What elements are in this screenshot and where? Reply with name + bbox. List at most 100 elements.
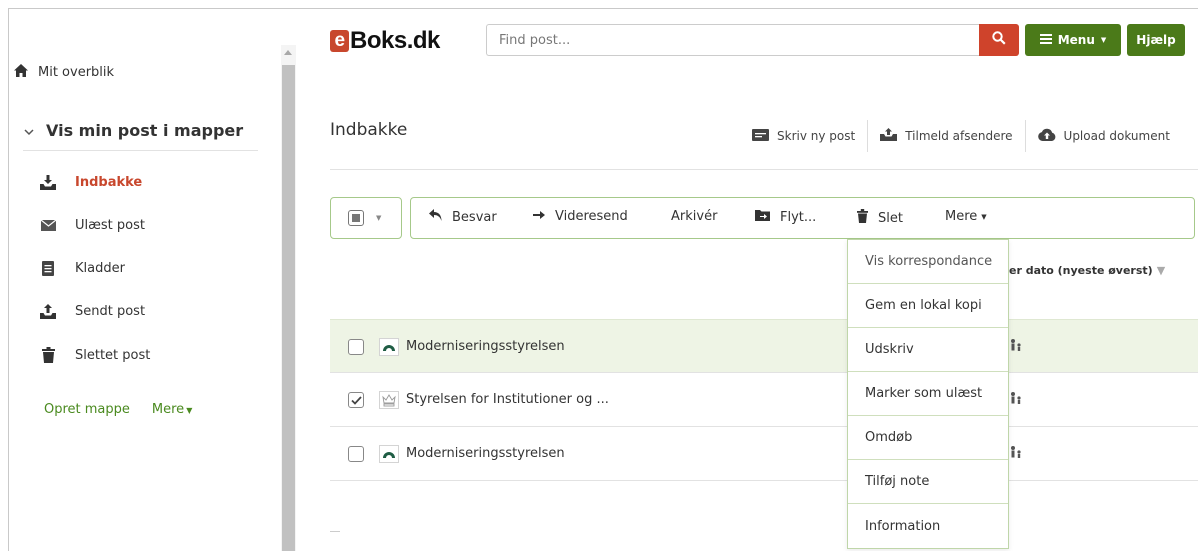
attachment-people-icon	[1010, 445, 1022, 462]
chevron-down-icon	[24, 121, 34, 140]
menu-item-show-correspondence[interactable]: Vis korrespondance	[848, 240, 1008, 284]
move-button[interactable]: Flyt...	[755, 209, 816, 225]
modst-logo-icon	[379, 445, 399, 463]
outbox-icon	[39, 304, 57, 319]
menu-item-add-note[interactable]: Tilføj note	[848, 460, 1008, 504]
menu-item-rename[interactable]: Omdøb	[848, 416, 1008, 460]
menu-item-print[interactable]: Udskriv	[848, 328, 1008, 372]
sidebar-item-label: Indbakke	[75, 175, 143, 190]
forward-label: Videresend	[555, 209, 628, 224]
trash-icon	[857, 209, 868, 227]
caret-down-icon: ▼	[186, 406, 193, 415]
caret-down-icon: ▼	[1100, 36, 1107, 44]
sidebar-item-sendt[interactable]: Sendt post	[39, 304, 145, 319]
sidebar-item-indbakke[interactable]: Indbakke	[39, 175, 142, 190]
sidebar-item-label: Sendt post	[75, 304, 146, 319]
subscribe-senders-button[interactable]: Tilmeld afsendere	[880, 128, 1013, 144]
sidebar-item-label: Kladder	[75, 261, 125, 276]
sort-label: er dato (nyeste øverst)	[1009, 264, 1153, 277]
sidebar-item-ulaest[interactable]: Ulæst post	[39, 218, 145, 233]
page-actions: Skriv ny post Tilmeld afsendere Upload d…	[752, 120, 1170, 152]
row-checkbox[interactable]	[348, 392, 364, 408]
move-label: Flyt...	[780, 209, 817, 225]
sidebar-item-label: Ulæst post	[75, 218, 145, 233]
scroll-up-arrow-icon[interactable]	[284, 50, 292, 55]
upload-document-button[interactable]: Upload dokument	[1037, 128, 1170, 144]
table-row[interactable]: Moderniseringsstyrelsen	[330, 319, 1198, 373]
delete-button[interactable]: Slet	[857, 209, 903, 227]
create-folder-link[interactable]: Opret mappe	[44, 402, 130, 417]
menu-item-information[interactable]: Information	[848, 504, 1008, 548]
select-all-dropdown[interactable]: ▼	[330, 197, 402, 239]
message-toolbar: Besvar Videresend Arkivér Flyt... Slet M…	[410, 197, 1195, 239]
select-all-checkbox[interactable]	[348, 210, 364, 226]
divider	[23, 150, 258, 151]
logo-mark: e	[330, 30, 349, 52]
nav-overview[interactable]: Mit overblik	[14, 64, 114, 81]
sidebar-item-label: Slettet post	[75, 347, 151, 363]
delete-label: Slet	[878, 210, 903, 226]
eboks-logo[interactable]: e Boks.dk	[330, 27, 440, 55]
caret-down-icon: ▼	[981, 212, 987, 221]
divider	[330, 531, 340, 532]
draft-icon	[39, 261, 57, 276]
more-menu-button[interactable]: Mere ▼	[945, 209, 987, 224]
folders-section-toggle[interactable]: Vis min post i mapper	[24, 121, 243, 140]
message-sender: Moderniseringsstyrelsen	[406, 446, 565, 461]
reply-icon	[429, 209, 442, 225]
table-row[interactable]: Styrelsen for Institutioner og ...	[330, 373, 1198, 427]
modst-logo-icon	[379, 338, 399, 356]
divider	[1024, 120, 1026, 152]
forward-button[interactable]: Videresend	[533, 209, 628, 224]
logo-text: Boks.dk	[350, 27, 440, 54]
subscribe-icon	[880, 128, 898, 144]
menu-item-mark-unread[interactable]: Marker som ulæst	[848, 372, 1008, 416]
more-dropdown-menu: Vis korrespondance Gem en lokal kopi Uds…	[847, 239, 1009, 549]
folders-section-label: Vis min post i mapper	[46, 121, 244, 140]
sidebar-scrollbar[interactable]	[281, 45, 296, 551]
sidebar-more-link[interactable]: Mere ▼	[152, 402, 192, 417]
crown-logo-icon	[379, 391, 399, 409]
sidebar-links: Opret mappe Mere ▼	[44, 402, 192, 417]
compose-label: Skriv ny post	[777, 129, 856, 143]
divider	[867, 120, 869, 152]
reply-label: Besvar	[452, 209, 497, 225]
upload-label: Upload dokument	[1063, 129, 1170, 143]
help-button[interactable]: Hjælp	[1127, 24, 1185, 56]
scroll-thumb[interactable]	[282, 65, 295, 551]
subscribe-label: Tilmeld afsendere	[905, 129, 1013, 143]
search-button[interactable]	[979, 24, 1019, 56]
attachment-people-icon	[1010, 338, 1022, 355]
sidebar-item-slettet[interactable]: Slettet post	[39, 347, 150, 363]
sidebar: Mit overblik Vis min post i mapper Indba…	[9, 9, 279, 551]
inbox-icon	[39, 175, 57, 190]
hamburger-icon	[1039, 33, 1052, 47]
table-row[interactable]: Moderniseringsstyrelsen	[330, 427, 1198, 481]
more-label: Mere	[945, 209, 978, 224]
attachment-people-icon	[1010, 391, 1022, 408]
trash-icon	[39, 347, 57, 363]
sort-dropdown[interactable]: er dato (nyeste øverst) ▼	[1009, 264, 1165, 277]
nav-overview-label: Mit overblik	[38, 65, 115, 80]
row-checkbox[interactable]	[348, 339, 364, 355]
message-sender: Moderniseringsstyrelsen	[406, 339, 565, 354]
row-checkbox[interactable]	[348, 446, 364, 462]
menu-button-label: Menu	[1057, 33, 1095, 47]
compose-icon	[752, 128, 769, 144]
compose-button[interactable]: Skriv ny post	[752, 128, 856, 144]
message-sender: Styrelsen for Institutioner og ...	[406, 392, 609, 407]
sidebar-item-kladder[interactable]: Kladder	[39, 261, 125, 276]
menu-button[interactable]: Menu ▼	[1025, 24, 1121, 56]
search-input[interactable]	[486, 24, 979, 56]
folder-move-icon	[755, 209, 770, 225]
archive-label: Arkivér	[671, 209, 718, 224]
arrow-right-icon	[533, 209, 545, 224]
divider	[330, 169, 1198, 170]
envelope-icon	[39, 220, 57, 231]
menu-item-save-local-copy[interactable]: Gem en lokal kopi	[848, 284, 1008, 328]
caret-down-icon: ▼	[1156, 264, 1166, 277]
reply-button[interactable]: Besvar	[429, 209, 497, 225]
archive-button[interactable]: Arkivér	[671, 209, 717, 224]
sidebar-more-label: Mere	[151, 402, 185, 417]
caret-down-icon: ▼	[376, 214, 382, 222]
